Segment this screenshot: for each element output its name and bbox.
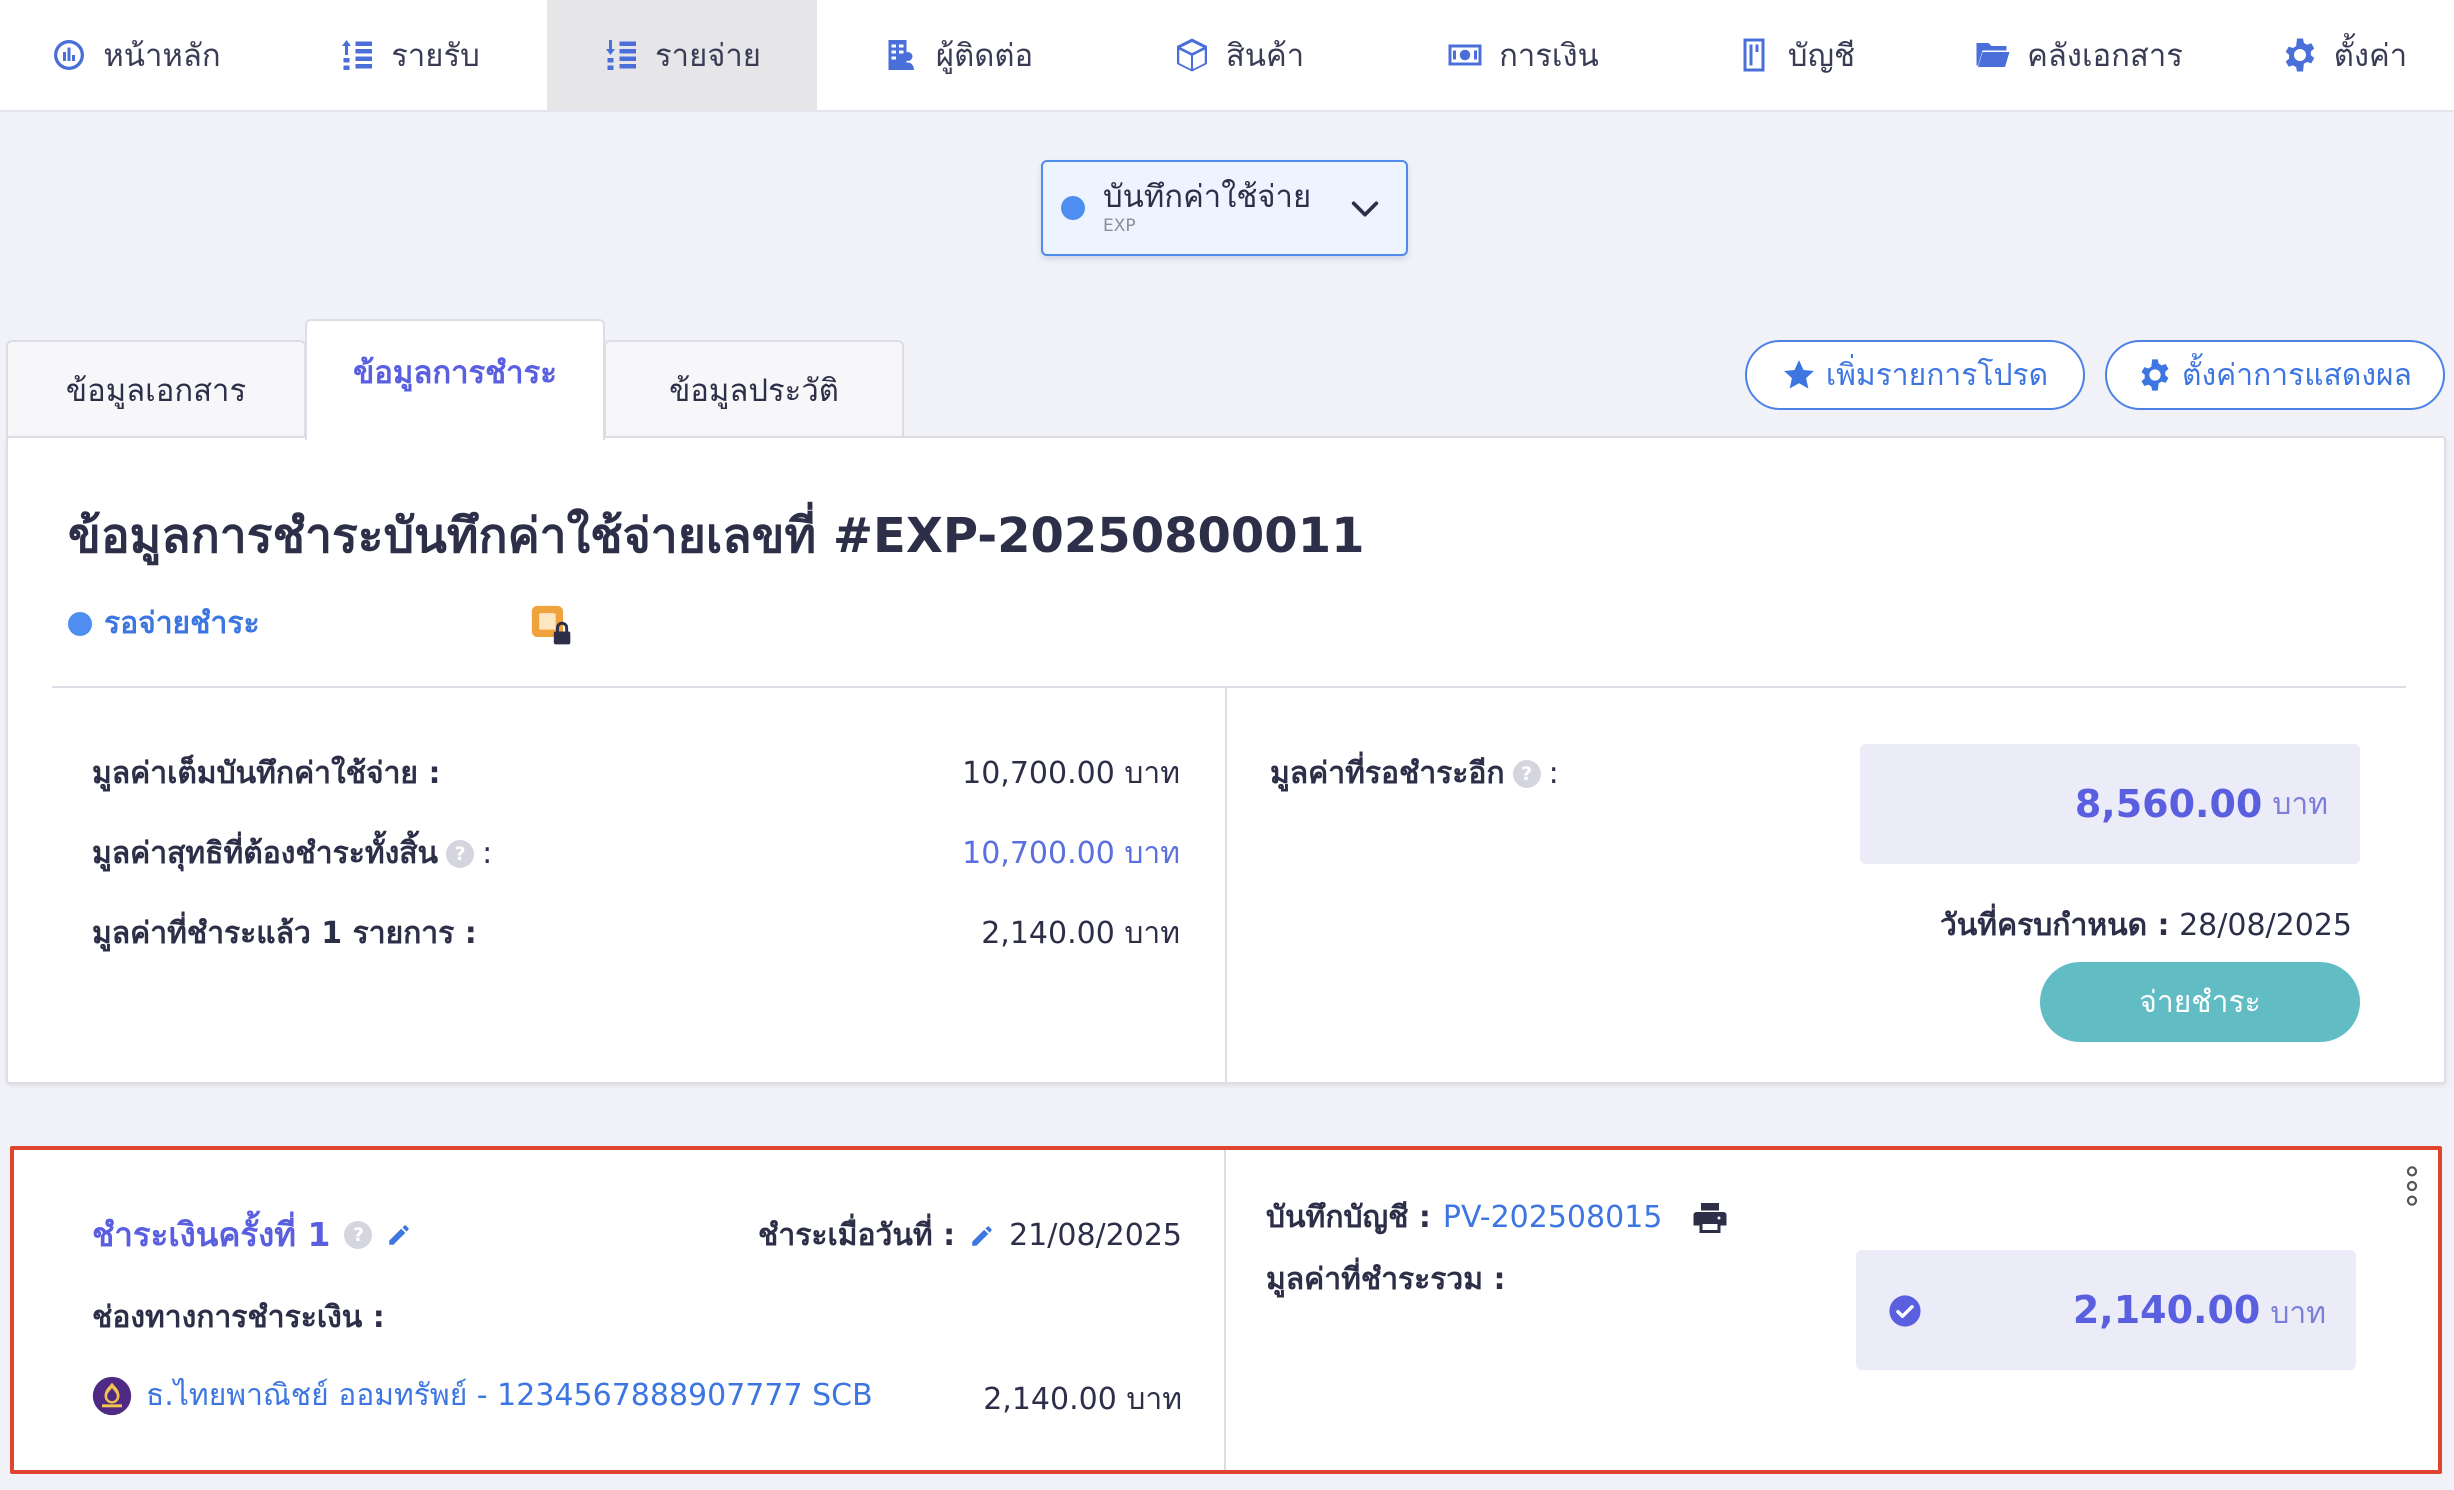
bank-account-link[interactable]: ธ.ไทยพาณิชย์ ออมทรัพย์ - 123456788890777… [92,1372,873,1419]
nav-label: การเงิน [1499,38,1599,74]
paid-value-label: มูลค่าที่ชำระแล้ว 1 รายการ : [92,916,477,951]
currency-unit: บาท [2270,1296,2326,1331]
document-type-code: EXP [1103,216,1136,236]
remaining-amount-box: 8,560.00 บาท [1860,744,2360,864]
nav-item-settings[interactable]: ตั้งค่า [2235,0,2454,110]
chevron-down-icon [1351,201,1379,217]
nav-label: บัญชี [1787,38,1856,74]
status-dot-icon [68,611,92,636]
display-settings-label: ตั้งค่าการแสดงผล [2182,357,2412,393]
net-value: 10,700.00 บาท [962,836,1180,871]
top-navigation: หน้าหลัก รายรับ รายจ่าย ผู้ติดต่อ สินค้า… [0,0,2454,112]
journal-label: บันทึกบัญชี : [1266,1200,1431,1235]
document-type-label: บันทึกค่าใช้จ่าย [1103,179,1312,215]
total-paid-amount: 2,140.00 [2072,1288,2261,1332]
scb-bank-logo-icon [92,1376,132,1415]
tab-payment-info[interactable]: ข้อมูลการชำระ [305,319,605,440]
payment-title-row: ชำระเงินครั้งที่ 1 ? [92,1208,412,1261]
more-options-icon[interactable] [2402,1164,2422,1208]
full-value-label: มูลค่าเต็มบันทึกค่าใช้จ่าย : [92,756,441,791]
dashboard-icon [54,40,85,70]
divider [52,686,2406,688]
help-icon[interactable]: ? [446,839,475,868]
add-favorite-label: เพิ่มรายการโปรด [1825,357,2049,393]
payment-title: ชำระเงินครั้งที่ 1 [92,1215,331,1254]
paid-date: 21/08/2025 [1009,1218,1182,1253]
nav-label: รายรับ [391,38,480,74]
payment-summary-card: ข้อมูลการชำระบันทึกค่าใช้จ่ายเลขที่ #EXP… [6,436,2446,1084]
tab-label: ข้อมูลเอกสาร [65,373,247,409]
pay-button[interactable]: จ่ายชำระ [2040,962,2360,1042]
tab-label: ข้อมูลการชำระ [353,354,557,391]
help-icon[interactable]: ? [344,1220,373,1249]
document-type-dropdown[interactable]: บันทึกค่าใช้จ่าย EXP [1041,160,1408,256]
edit-pencil-icon[interactable] [969,1223,995,1249]
tab-document-info[interactable]: ข้อมูลเอกสาร [6,340,306,438]
display-settings-button[interactable]: ตั้งค่าการแสดงผล [2105,340,2445,410]
currency-unit: บาท [2272,786,2328,822]
status-label: รอจ่ายชำระ [104,606,260,641]
net-value-label: มูลค่าสุทธิที่ต้องชำระทั้งสิ้น [92,836,439,871]
paid-date-row: ชำระเมื่อวันที่ : 21/08/2025 [758,1212,1182,1259]
remaining-row-label: มูลค่าที่รอชำระอีก ? : [1270,750,1559,797]
total-paid-label: มูลค่าที่ชำระรวม : [1266,1262,1506,1297]
page-title: ข้อมูลการชำระบันทึกค่าใช้จ่ายเลขที่ #EXP… [68,508,1365,564]
money-icon [1448,44,1482,66]
bank-account: ธ.ไทยพาณิชย์ ออมทรัพย์ - 123456788890777… [146,1378,873,1413]
nav-item-income[interactable]: รายรับ [272,0,547,110]
nav-item-finance[interactable]: การเงิน [1378,0,1668,110]
divider [1225,688,1227,1084]
nav-item-contacts[interactable]: ผู้ติดต่อ [817,0,1100,110]
check-circle-icon [1889,1295,1921,1327]
gear-icon [2285,38,2315,72]
locked-document-icon[interactable] [530,604,574,648]
journal-row: บันทึกบัญชี : PV-202508015 [1266,1194,1728,1241]
paid-date-label: ชำระเมื่อวันที่ : [758,1218,956,1253]
due-date-row: วันที่ครบกำหนด : 28/08/2025 [1940,902,2352,949]
nav-item-documents[interactable]: คลังเอกสาร [1923,0,2235,110]
expense-icon [606,40,637,70]
edit-pencil-icon[interactable] [386,1222,412,1248]
help-icon[interactable]: ? [1512,759,1541,788]
payment-entry-card: ชำระเงินครั้งที่ 1 ? ชำระเมื่อวันที่ : 2… [10,1146,2442,1474]
contacts-icon [888,40,914,70]
income-icon [342,40,373,70]
nav-label: หน้าหลัก [103,38,221,74]
journal-link[interactable]: PV-202508015 [1443,1200,1662,1235]
bank-amount: 2,140.00 บาท [983,1382,1182,1417]
remaining-amount: 8,560.00 [2074,782,2263,826]
nav-item-products[interactable]: สินค้า [1100,0,1378,110]
due-date: 28/08/2025 [2179,908,2352,943]
status-badge: รอจ่ายชำระ [68,600,260,647]
printer-icon[interactable] [1692,1200,1728,1236]
nav-label: สินค้า [1225,38,1305,74]
nav-label: ตั้งค่า [2333,38,2408,74]
box-icon [1176,38,1207,72]
divider [1224,1150,1226,1470]
nav-item-accounting[interactable]: บัญชี [1668,0,1923,110]
nav-label: คลังเอกสาร [2027,38,2183,74]
tab-label: ข้อมูลประวัติ [669,373,839,409]
paid-value: 2,140.00 บาท [981,916,1180,951]
gear-icon [2141,359,2169,391]
add-favorite-button[interactable]: เพิ่มรายการโปรด [1745,340,2085,410]
total-paid-box: 2,140.00 บาท [1856,1250,2356,1370]
ledger-icon [1743,38,1765,72]
nav-item-home[interactable]: หน้าหลัก [0,0,272,110]
tab-history-info[interactable]: ข้อมูลประวัติ [604,340,904,438]
due-date-label: วันที่ครบกำหนด : [1939,908,2170,943]
nav-label: ผู้ติดต่อ [935,38,1034,74]
nav-label: รายจ่าย [655,38,761,74]
payment-channel-label: ช่องทางการชำระเงิน : [92,1300,385,1335]
label-colon: : [1548,756,1559,791]
net-value-row-label: มูลค่าสุทธิที่ต้องชำระทั้งสิ้น ? : [92,830,492,877]
star-icon [1784,360,1814,389]
status-dot-icon [1061,196,1085,220]
nav-item-expense[interactable]: รายจ่าย [547,0,817,110]
full-value: 10,700.00 บาท [962,756,1180,791]
remaining-label: มูลค่าที่รอชำระอีก [1270,756,1505,791]
folder-icon [1976,43,2010,67]
label-colon: : [482,836,493,871]
